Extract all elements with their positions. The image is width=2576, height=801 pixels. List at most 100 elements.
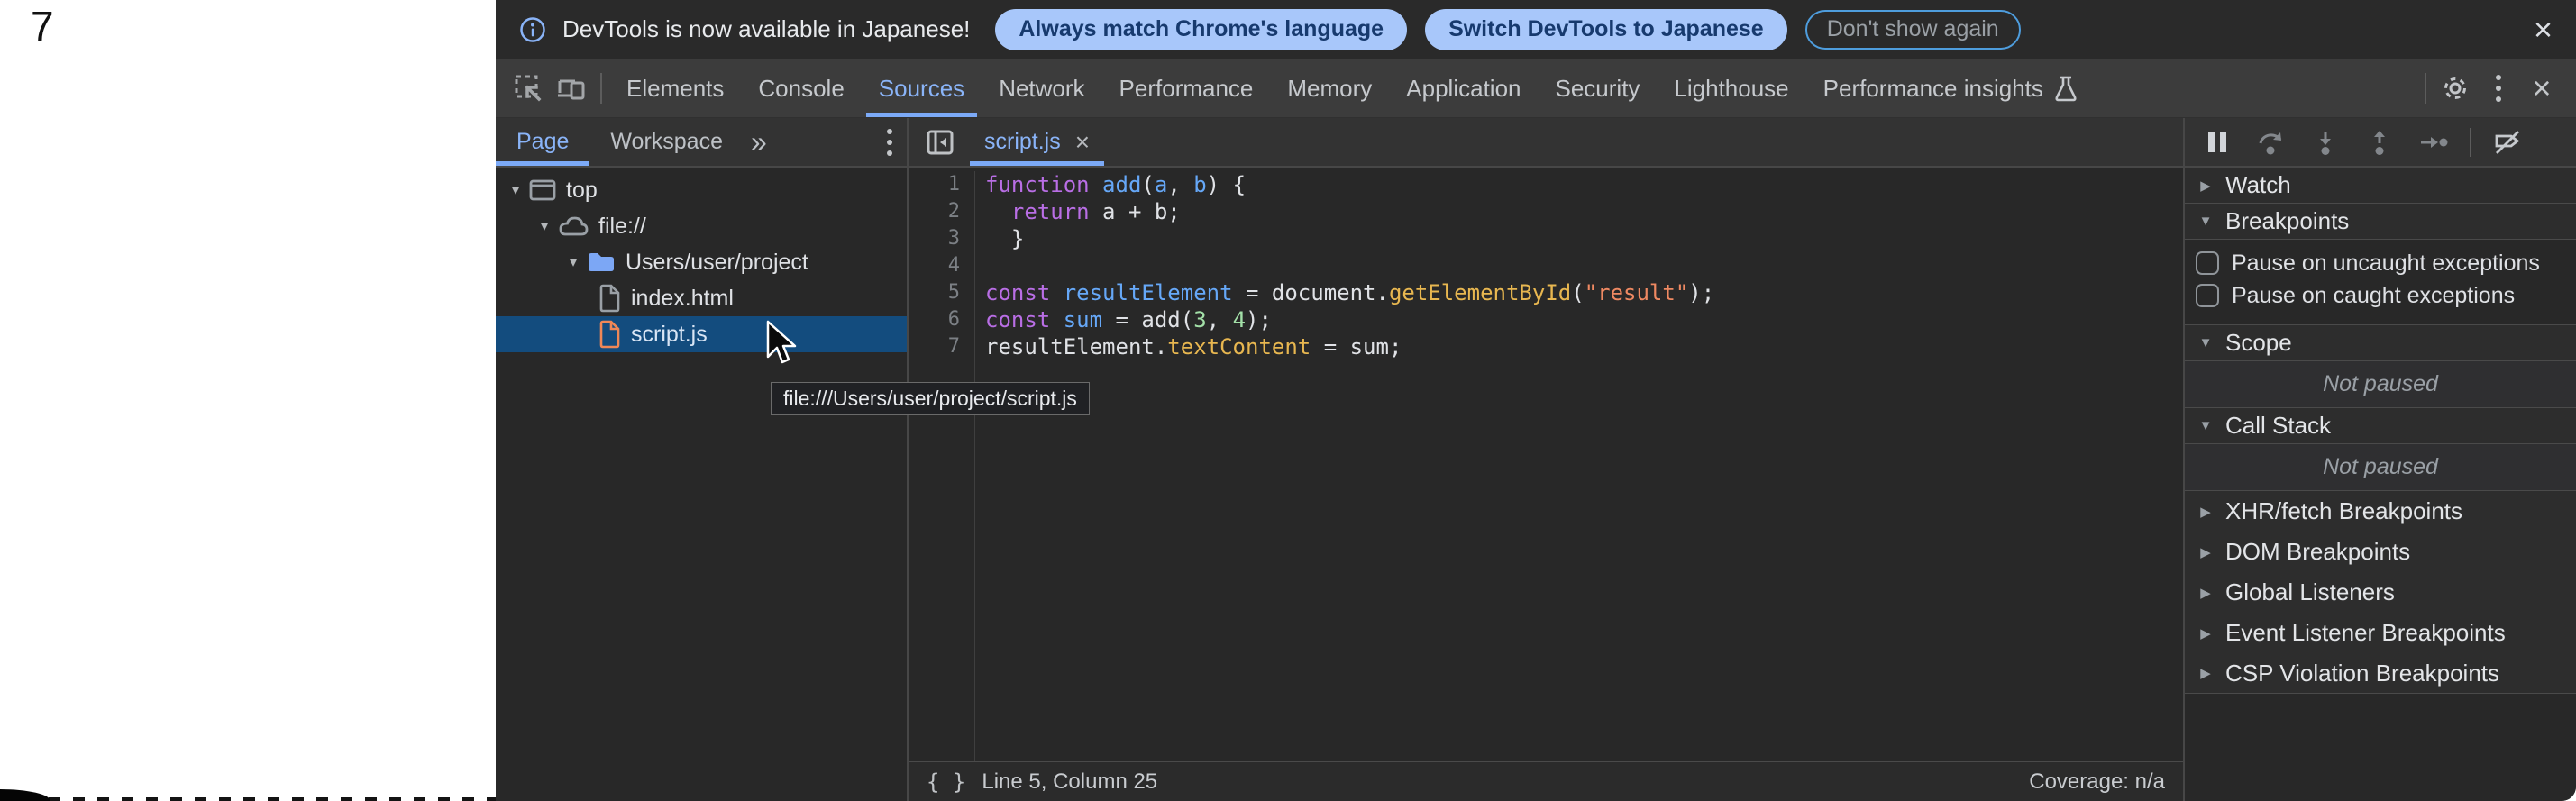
more-menu-icon[interactable] <box>2477 59 2520 117</box>
deactivate-breakpoints-icon[interactable] <box>2489 129 2526 156</box>
editor-tab-strip: script.js × <box>909 118 2183 168</box>
section-label: Call Stack <box>2225 412 2331 440</box>
infobar-close-icon[interactable]: × <box>2534 14 2553 46</box>
code-line: resultElement.textContent = sum; <box>985 333 1714 360</box>
infobar-message: DevTools is now available in Japanese! <box>562 15 970 43</box>
infobar-button-always-match-chrome-s-language[interactable]: Always match Chrome's language <box>995 9 1407 50</box>
expand-arrow-icon[interactable]: ▾ <box>535 217 553 235</box>
collapse-arrow-icon: ▶ <box>2197 504 2214 520</box>
infobar-button-don-t-show-again[interactable]: Don't show again <box>1805 10 2021 50</box>
inspect-icon[interactable] <box>507 59 550 117</box>
navigator-tab-page[interactable]: Page <box>496 118 589 166</box>
debugger-toolbar <box>2185 118 2576 168</box>
section-label: CSP Violation Breakpoints <box>2225 660 2499 687</box>
tree-item-index.html[interactable]: index.html <box>496 280 907 316</box>
tree-item-top[interactable]: ▾ top <box>496 172 907 208</box>
pause-icon[interactable] <box>2199 130 2235 155</box>
tree-item-label: top <box>566 177 598 204</box>
tab-lighthouse[interactable]: Lighthouse <box>1657 59 1805 117</box>
code-editor[interactable]: 1234567 function add(a, b) { return a + … <box>909 168 2183 761</box>
more-tabs-icon[interactable]: » <box>744 125 774 159</box>
infobar-button-switch-devtools-to-japanese[interactable]: Switch DevTools to Japanese <box>1425 9 1787 50</box>
step-over-icon[interactable] <box>2253 130 2289 155</box>
editor-tab-scriptjs[interactable]: script.js × <box>970 118 1104 166</box>
section-scope[interactable]: ▼Scope <box>2185 325 2576 361</box>
navigator-tab-workspace[interactable]: Workspace <box>589 118 744 166</box>
debugger-toolbar-separator <box>2470 128 2471 157</box>
collapse-arrow-icon: ▶ <box>2197 177 2214 194</box>
section-breakpoints[interactable]: ▼Breakpoints <box>2185 204 2576 240</box>
checkbox-box[interactable] <box>2196 284 2219 307</box>
tab-memory[interactable]: Memory <box>1270 59 1389 117</box>
hide-navigator-icon[interactable] <box>925 127 955 158</box>
tab-label: Memory <box>1287 75 1372 103</box>
checkbox-box[interactable] <box>2196 251 2219 275</box>
section-label: Event Listener Breakpoints <box>2225 619 2506 647</box>
cursor-position-text: Line 5, Column 25 <box>982 769 1157 795</box>
collapse-arrow-icon: ▶ <box>2197 585 2214 601</box>
not-paused-status: Not paused <box>2185 361 2576 408</box>
tab-network[interactable]: Network <box>982 59 1101 117</box>
section-xhr-fetch-breakpoints[interactable]: ▶XHR/fetch Breakpoints <box>2185 491 2576 532</box>
tab-label: Application <box>1406 75 1521 103</box>
pretty-print-icon[interactable]: { } <box>927 769 965 795</box>
line-number: 2 <box>909 198 960 225</box>
tab-sources[interactable]: Sources <box>862 59 982 117</box>
collapse-arrow-icon: ▶ <box>2197 665 2214 681</box>
tab-label: Elements <box>626 75 724 103</box>
page-bottom-dashes <box>0 797 496 801</box>
tab-elements[interactable]: Elements <box>609 59 741 117</box>
checkbox-label: Pause on uncaught exceptions <box>2232 250 2540 277</box>
checkbox-pause-on-caught-exceptions[interactable]: Pause on caught exceptions <box>2185 279 2576 312</box>
code-line: const sum = add(3, 4); <box>985 306 1714 333</box>
debugger-sections: ▶Watch▼BreakpointsPause on uncaught exce… <box>2185 168 2576 801</box>
step-icon[interactable] <box>2416 132 2452 153</box>
tab-performance-insights[interactable]: Performance insights <box>1806 59 2095 117</box>
devtools-window: DevTools is now available in Japanese! A… <box>496 0 2576 801</box>
tab-label: Console <box>758 75 844 103</box>
tab-security[interactable]: Security <box>1539 59 1658 117</box>
tab-label: Network <box>999 75 1084 103</box>
navigator-menu-icon[interactable] <box>887 129 892 156</box>
code-content: function add(a, b) { return a + b; } con… <box>975 171 1714 761</box>
section-csp-violation-breakpoints[interactable]: ▶ CSP Violation Breakpoints <box>2185 653 2576 694</box>
settings-gear-icon[interactable] <box>2434 59 2477 117</box>
tree-item-label: file:// <box>598 214 646 240</box>
panel-tabs: Elements Console Sources Network Performance… <box>609 59 2095 117</box>
section-dom-breakpoints[interactable]: ▶DOM Breakpoints <box>2185 532 2576 572</box>
line-number: 6 <box>909 306 960 333</box>
tree-item-users-user-project[interactable]: ▾Users/user/project <box>496 244 907 280</box>
device-toolbar-icon[interactable] <box>550 59 593 117</box>
browser-page-viewport: 7 <box>0 0 496 801</box>
expand-arrow-icon[interactable]: ▾ <box>507 181 525 199</box>
section-call-stack[interactable]: ▼ Call Stack <box>2185 408 2576 444</box>
checkbox-pause-on-uncaught-exceptions[interactable]: Pause on uncaught exceptions <box>2185 247 2576 279</box>
folder-icon <box>586 250 617 275</box>
section-global-listeners[interactable]: ▶ Global Listeners <box>2185 572 2576 613</box>
expand-arrow-icon: ▼ <box>2197 418 2214 433</box>
file-js-icon <box>597 320 622 349</box>
section-event-listener-breakpoints[interactable]: ▶Event Listener Breakpoints <box>2185 613 2576 653</box>
file-path-tooltip: file:///Users/user/project/script.js <box>771 382 1090 415</box>
editor-tab-close-icon[interactable]: × <box>1075 128 1090 157</box>
step-out-icon[interactable] <box>2361 130 2398 155</box>
expand-arrow-icon[interactable]: ▾ <box>564 253 582 271</box>
tree-item-script.js[interactable]: script.js <box>496 316 907 352</box>
code-line <box>985 252 1714 279</box>
step-into-icon[interactable] <box>2307 130 2343 155</box>
section-label: Global Listeners <box>2225 578 2395 606</box>
section-watch[interactable]: ▶Watch <box>2185 168 2576 204</box>
code-line: return a + b; <box>985 198 1714 225</box>
tab-application[interactable]: Application <box>1389 59 1538 117</box>
tab-performance[interactable]: Performance <box>1102 59 1271 117</box>
line-number: 4 <box>909 252 960 279</box>
tab-console[interactable]: Console <box>741 59 861 117</box>
mouse-cursor <box>761 319 799 374</box>
tab-label: Security <box>1556 75 1640 103</box>
info-icon <box>519 16 546 43</box>
tab-label: Performance <box>1119 75 1254 103</box>
tree-item-file-[interactable]: ▾ file:// <box>496 208 907 244</box>
navigator-sidebar: PageWorkspace » ▾ top ▾ file:// ▾Users/user/… <box>496 118 909 801</box>
section-label: Breakpoints <box>2225 207 2349 235</box>
close-icon[interactable]: × <box>2520 59 2563 117</box>
